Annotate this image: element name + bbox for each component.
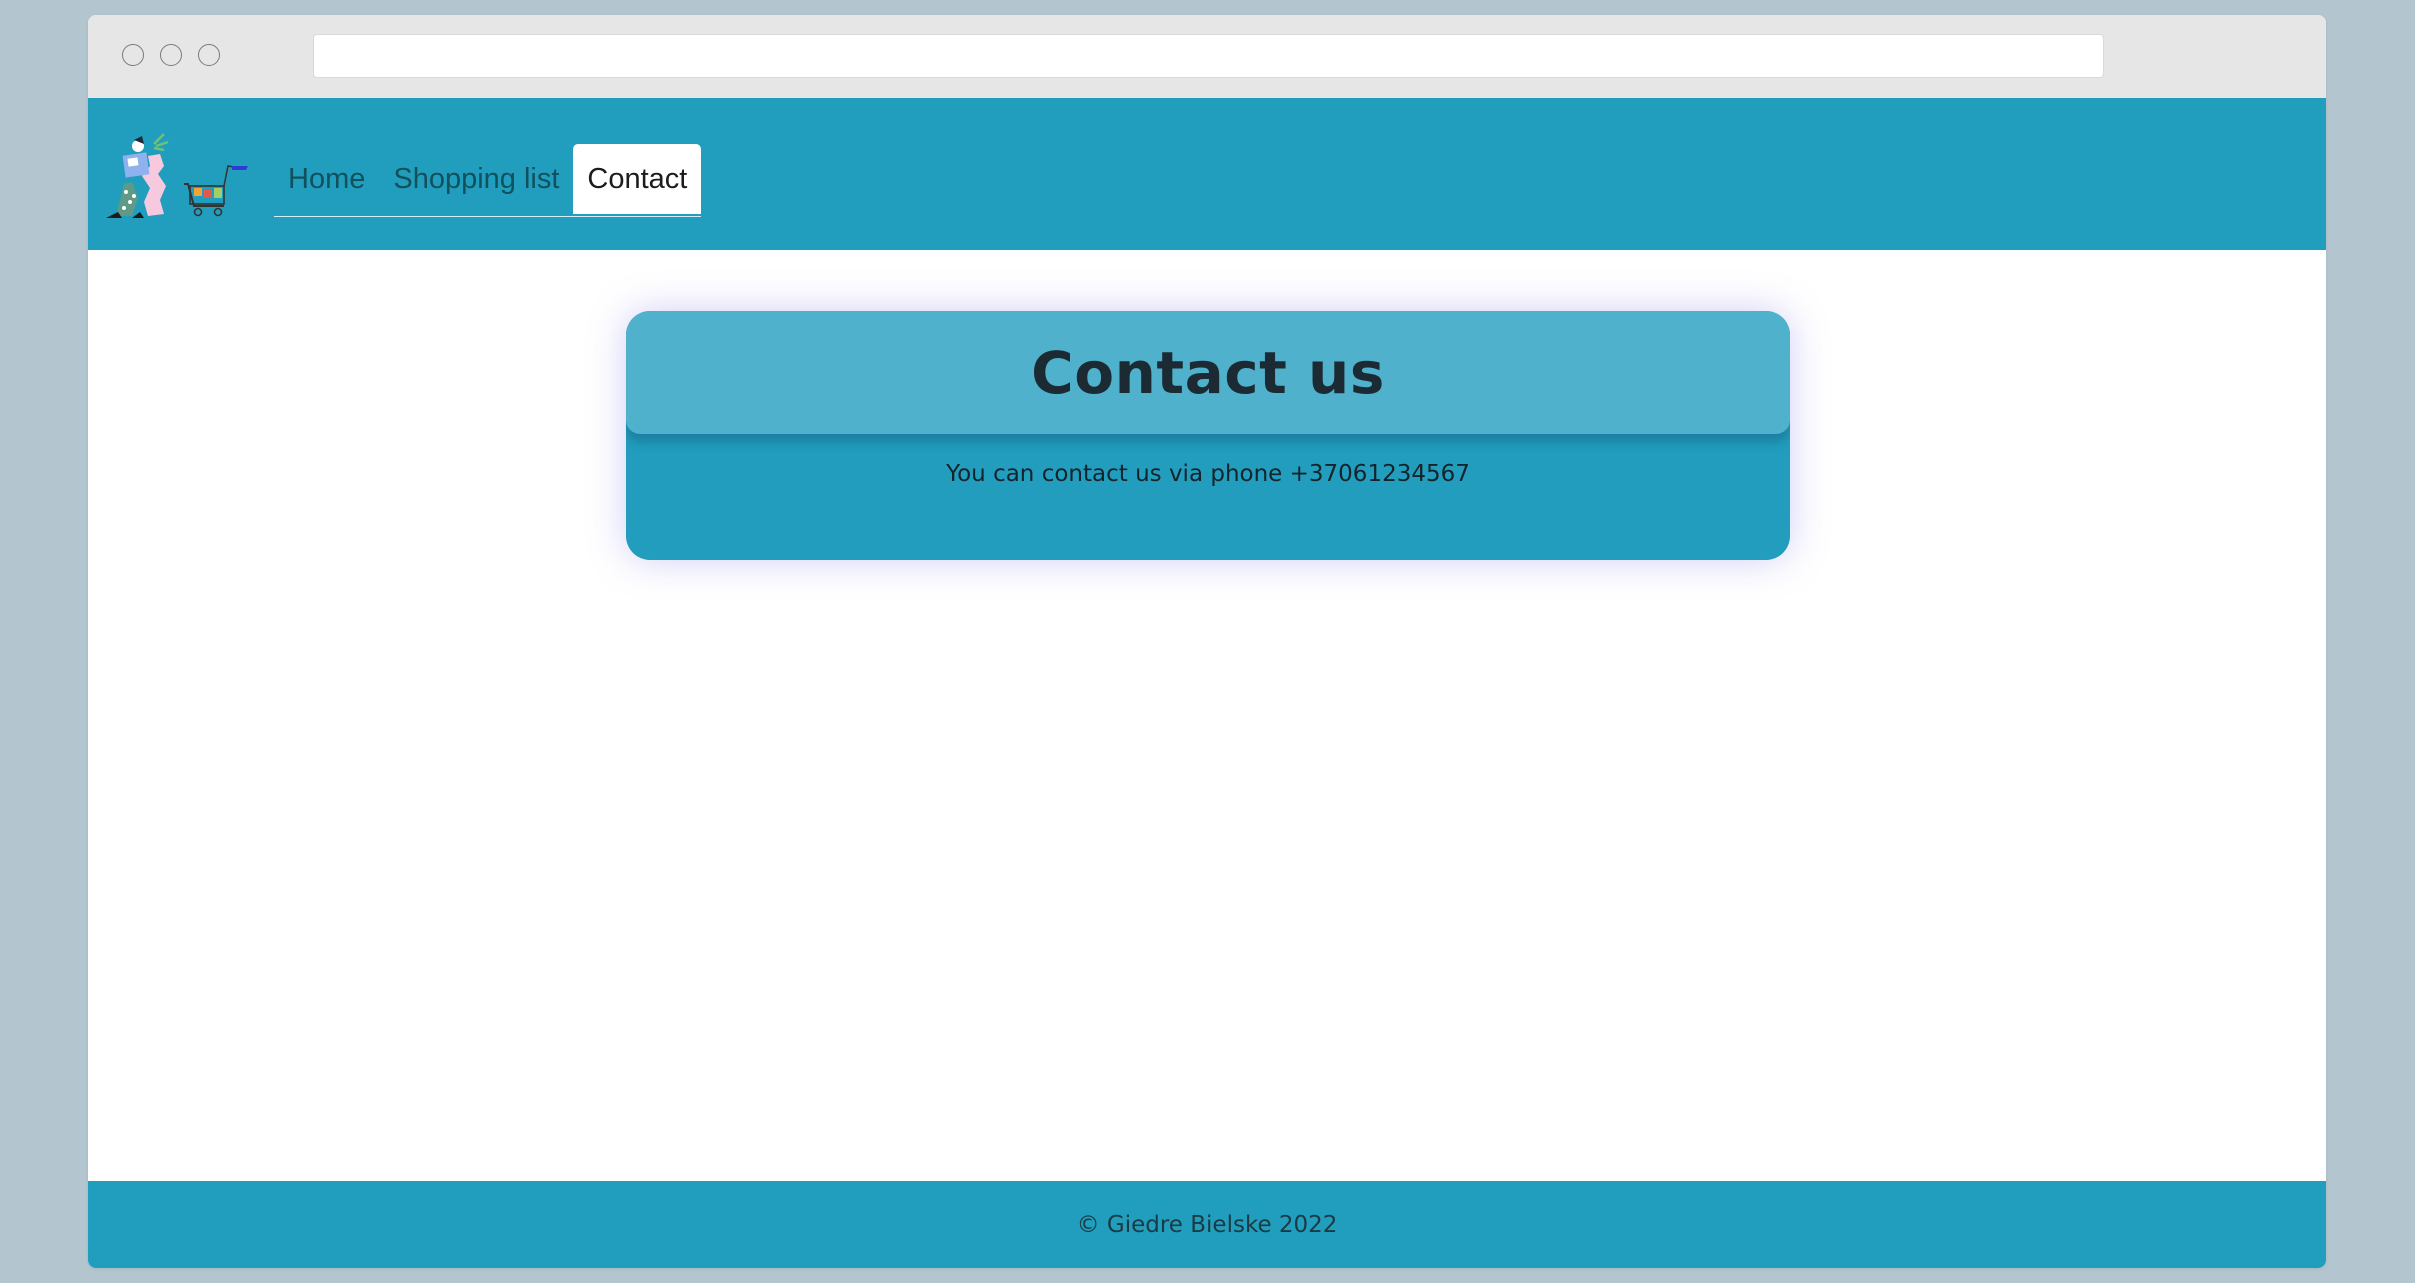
logo-icon[interactable]	[98, 126, 250, 226]
nav-item-shopping-list[interactable]: Shopping list	[379, 144, 573, 214]
contact-card: Contact us You can contact us via phone …	[626, 311, 1790, 560]
window-close-dot[interactable]	[122, 44, 144, 66]
window-minimize-dot[interactable]	[160, 44, 182, 66]
address-bar[interactable]	[313, 34, 2104, 78]
footer-copyright: © Giedre Bielske 2022	[1076, 1211, 1338, 1238]
browser-window: Home Shopping list Contact Contact us Yo…	[88, 15, 2326, 1268]
window-maximize-dot[interactable]	[198, 44, 220, 66]
page-title: Contact us	[1031, 338, 1385, 407]
nav-item-contact[interactable]: Contact	[573, 144, 702, 214]
main-nav: Home Shopping list Contact	[274, 144, 702, 217]
card-header: Contact us	[626, 311, 1790, 434]
browser-chrome	[88, 15, 2326, 98]
contact-text: You can contact us via phone +3706123456…	[946, 461, 1470, 487]
nav-item-home[interactable]: Home	[274, 144, 379, 214]
navbar: Home Shopping list Contact	[88, 98, 2326, 250]
footer: © Giedre Bielske 2022	[88, 1181, 2326, 1268]
